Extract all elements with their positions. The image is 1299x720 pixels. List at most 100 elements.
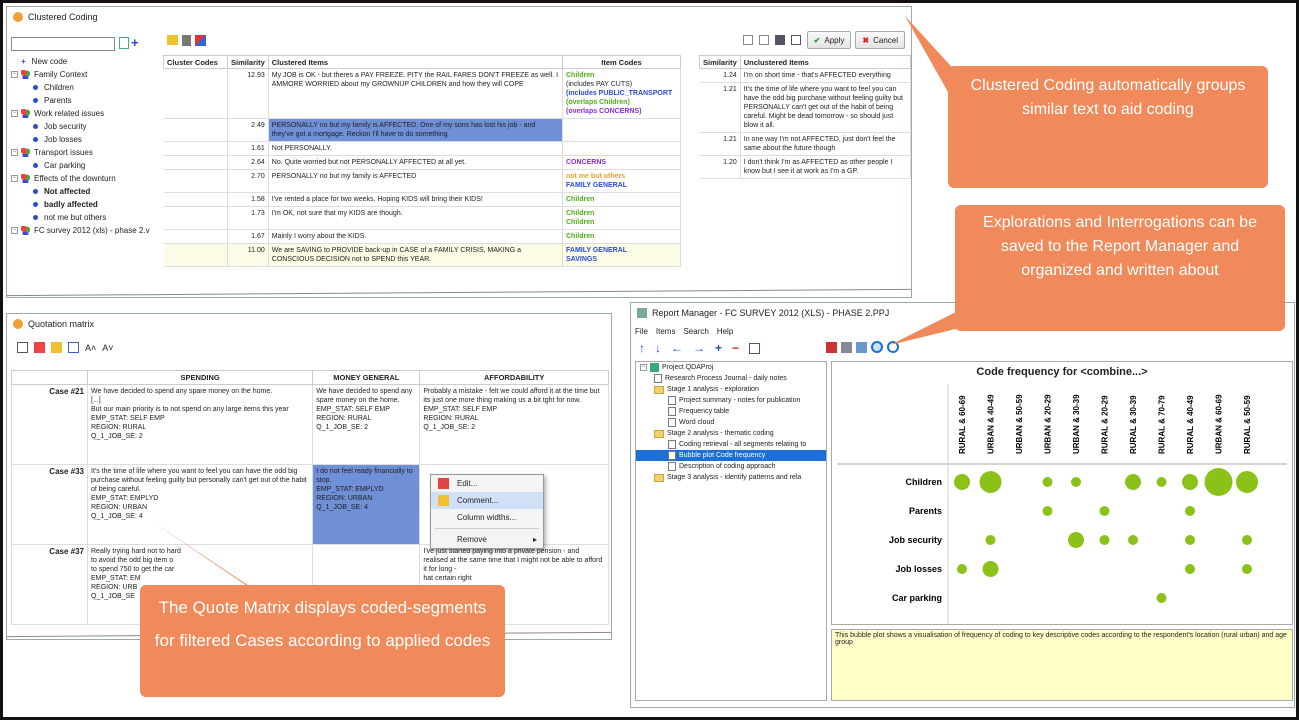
report-tree-item[interactable]: Research Process Journal - daily notes [636, 373, 826, 384]
unclustered-item-cell[interactable]: It's the time of life where you want to … [740, 82, 911, 133]
expand-icon[interactable]: − [11, 149, 18, 156]
print-icon[interactable] [749, 342, 761, 354]
menu-item[interactable]: Help [717, 327, 733, 336]
table-row[interactable]: 1.21 In one way I'm not AFFECTED, just do… [699, 132, 911, 156]
bubble[interactable] [1204, 468, 1233, 496]
zoom-out-icon[interactable] [887, 341, 899, 353]
col-u-similarity[interactable]: Similarity [699, 55, 741, 69]
comment-icon[interactable] [167, 35, 178, 45]
col-spending[interactable]: SPENDING [86, 370, 314, 385]
unclustered-item-cell[interactable]: I'm on short time - that's AFFECTED ever… [740, 68, 911, 83]
bubble[interactable] [1099, 506, 1110, 516]
menu-column-widths[interactable]: Column widths... [431, 509, 543, 526]
note-icon[interactable] [51, 342, 62, 353]
recluster-icon[interactable] [195, 35, 206, 46]
clustered-item-cell[interactable]: PERSONALLY no but my family is AFFECTED.… [268, 118, 564, 142]
bubble[interactable] [1242, 564, 1252, 574]
menu-comment[interactable]: Comment... [431, 492, 543, 509]
col-similarity[interactable]: Similarity [227, 55, 269, 69]
menu-item[interactable]: File [635, 327, 648, 336]
report-tree-item[interactable]: Description of coding approach [636, 461, 826, 472]
code-tree-item[interactable]: − Work related issues [11, 107, 161, 120]
cancel-button[interactable]: ✖ Cancel [855, 31, 905, 49]
delete-icon[interactable] [182, 35, 191, 46]
bubble[interactable] [1156, 593, 1167, 603]
menu-item[interactable]: Search [683, 327, 708, 336]
table-row[interactable]: 11.00 We are SAVING to PROVIDE back-up in… [163, 243, 681, 267]
expand-icon[interactable]: − [640, 364, 647, 371]
bubble[interactable] [982, 561, 999, 577]
move-up-icon[interactable]: ↑ [639, 341, 645, 355]
copy-icon[interactable] [856, 341, 867, 353]
table-row[interactable]: 12.93 My JOB is OK - but theres a PAY FRE… [163, 68, 681, 119]
code-tree-item[interactable]: − FC survey 2012 (xls) - phase 2.v [11, 224, 161, 237]
expand-icon[interactable]: − [11, 110, 18, 117]
table-row[interactable]: 1.61 Not PERSONALLY. [163, 141, 681, 156]
table-row[interactable]: 2.70 PERSONALLY no but my family is AFFEC… [163, 169, 681, 193]
move-left-icon[interactable]: ← [671, 341, 683, 355]
clustered-item-cell[interactable]: We are SAVING to PROVIDE back-up in CASE… [268, 243, 564, 267]
clustered-item-cell[interactable]: I've rented a place for two weeks. Hopin… [268, 192, 564, 207]
save-icon[interactable] [774, 35, 785, 45]
bubble[interactable] [1242, 535, 1252, 545]
bubble[interactable] [1042, 477, 1053, 487]
quote-cell-spending[interactable]: We have decided to spend any spare money… [86, 384, 314, 465]
report-tree-item[interactable]: − Project QDAProj [636, 362, 826, 373]
quote-cell-money[interactable]: I do not feel ready financially to stop.… [312, 464, 421, 545]
apply-button[interactable]: ✔ Apply [806, 31, 852, 49]
col-cluster-codes[interactable]: Cluster Codes [163, 55, 228, 69]
edit-icon[interactable] [34, 342, 45, 353]
add-code-icon[interactable]: + [131, 36, 139, 49]
move-right-icon[interactable]: → [693, 341, 705, 355]
report-tree-item[interactable]: Stage 3 analysis - identify patterns and… [636, 472, 826, 483]
columns-icon[interactable] [68, 342, 79, 353]
quote-cell-affordability[interactable]: Probably a mistake - felt we could affor… [419, 384, 609, 465]
remove-icon[interactable]: − [732, 341, 739, 355]
col-money-general[interactable]: MONEY GENERAL [312, 370, 421, 385]
bubble[interactable] [954, 474, 970, 490]
print-icon[interactable] [790, 35, 801, 45]
unclustered-item-cell[interactable]: I don't think I'm as AFFECTED as other p… [740, 155, 911, 179]
code-tree-item[interactable]: Job security [11, 120, 161, 133]
add-icon[interactable]: + [715, 341, 722, 355]
clustered-item-cell[interactable]: My JOB is OK - but theres a PAY FREEZE. … [268, 68, 564, 119]
bubble[interactable] [957, 564, 967, 574]
code-tree-item[interactable]: not me but others [11, 211, 161, 224]
menu-edit[interactable]: Edit... [431, 475, 543, 492]
report-tree-item[interactable]: Stage 2 analysis - thematic coding [636, 428, 826, 439]
code-tree-item[interactable]: Parents [11, 94, 161, 107]
table-row[interactable]: Case #21 We have decided to spend any spa… [11, 384, 609, 465]
bubble[interactable] [1236, 471, 1258, 493]
bubble[interactable] [1185, 535, 1195, 545]
bubble[interactable] [1185, 564, 1195, 574]
table-row[interactable]: 2.64 No. Quite worried but not PERSONALLY… [163, 155, 681, 170]
bubble[interactable] [1182, 474, 1198, 490]
expand-icon[interactable]: − [11, 227, 18, 234]
code-tree-item[interactable]: badly affected [11, 198, 161, 211]
col-unclustered-items[interactable]: Unclustered Items [739, 55, 911, 69]
export-icon[interactable] [758, 35, 769, 45]
table-row[interactable]: 1.21 It's the time of life where you want… [699, 82, 911, 133]
code-tree-item[interactable]: Children [11, 81, 161, 94]
report-tree-item[interactable]: Coding retrieval - all segments relating… [636, 439, 826, 450]
bubble[interactable] [1071, 477, 1081, 487]
col-affordability[interactable]: AFFORDABILITY [419, 370, 609, 385]
table-row[interactable]: 2.49 PERSONALLY no but my family is AFFEC… [163, 118, 681, 142]
code-tree-item[interactable]: − Effects of the downturn [11, 172, 161, 185]
clustered-item-cell[interactable]: Not PERSONALLY. [268, 141, 564, 156]
col-item-codes[interactable]: Item Codes [562, 55, 681, 69]
expand-icon[interactable]: − [11, 71, 18, 78]
table-row[interactable]: 1.20 I don't think I'm as AFFECTED as oth… [699, 155, 911, 179]
table-row[interactable]: 1.67 Mainly I worry about the KIDS. Childr… [163, 229, 681, 244]
print-preview-icon[interactable] [841, 341, 852, 353]
code-tree-item[interactable]: Not affected [11, 185, 161, 198]
bubble[interactable] [1068, 532, 1084, 548]
filter-icon[interactable] [742, 35, 753, 45]
bubble[interactable] [1156, 477, 1167, 487]
zoom-in-icon[interactable] [871, 341, 883, 353]
bubble[interactable] [979, 471, 1002, 493]
font-decrease-button[interactable]: A˅ [102, 343, 113, 353]
bubble[interactable] [985, 535, 996, 545]
code-tree-item[interactable]: Job losses [11, 133, 161, 146]
move-down-icon[interactable]: ↓ [655, 341, 661, 355]
